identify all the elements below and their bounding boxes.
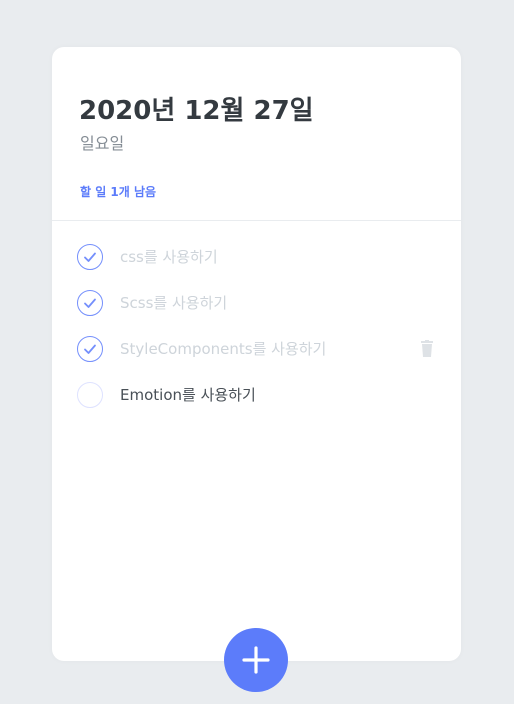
todo-item: StyleComponents를 사용하기 <box>52 336 461 382</box>
todo-checkbox[interactable] <box>77 336 103 362</box>
todo-text: Scss를 사용하기 <box>120 294 228 312</box>
todo-checkbox[interactable] <box>77 382 103 408</box>
plus-icon <box>242 646 270 674</box>
todo-item: Scss를 사용하기 <box>52 290 461 336</box>
todo-text: css를 사용하기 <box>120 248 218 266</box>
todo-checkbox[interactable] <box>77 290 103 316</box>
day-label: 일요일 <box>80 134 125 153</box>
todo-text: Emotion를 사용하기 <box>120 386 256 404</box>
todo-text: StyleComponents를 사용하기 <box>120 340 327 358</box>
todo-checkbox[interactable] <box>77 244 103 270</box>
trash-icon[interactable] <box>420 340 434 358</box>
tasks-left-label: 할 일 1개 남음 <box>80 185 157 199</box>
check-icon <box>84 252 96 262</box>
todo-item: Emotion를 사용하기 <box>52 382 461 428</box>
todo-list: css를 사용하기 Scss를 사용하기 StyleComponents를 사용… <box>52 244 461 428</box>
todo-template: 2020년 12월 27일 일요일 할 일 1개 남음 css를 사용하기 Sc… <box>52 47 461 661</box>
check-icon <box>84 344 96 354</box>
add-todo-button[interactable] <box>224 628 288 692</box>
date-title: 2020년 12월 27일 <box>79 96 314 126</box>
check-icon <box>84 298 96 308</box>
todo-item: css를 사용하기 <box>52 244 461 290</box>
todo-head: 2020년 12월 27일 일요일 할 일 1개 남음 <box>52 47 461 221</box>
